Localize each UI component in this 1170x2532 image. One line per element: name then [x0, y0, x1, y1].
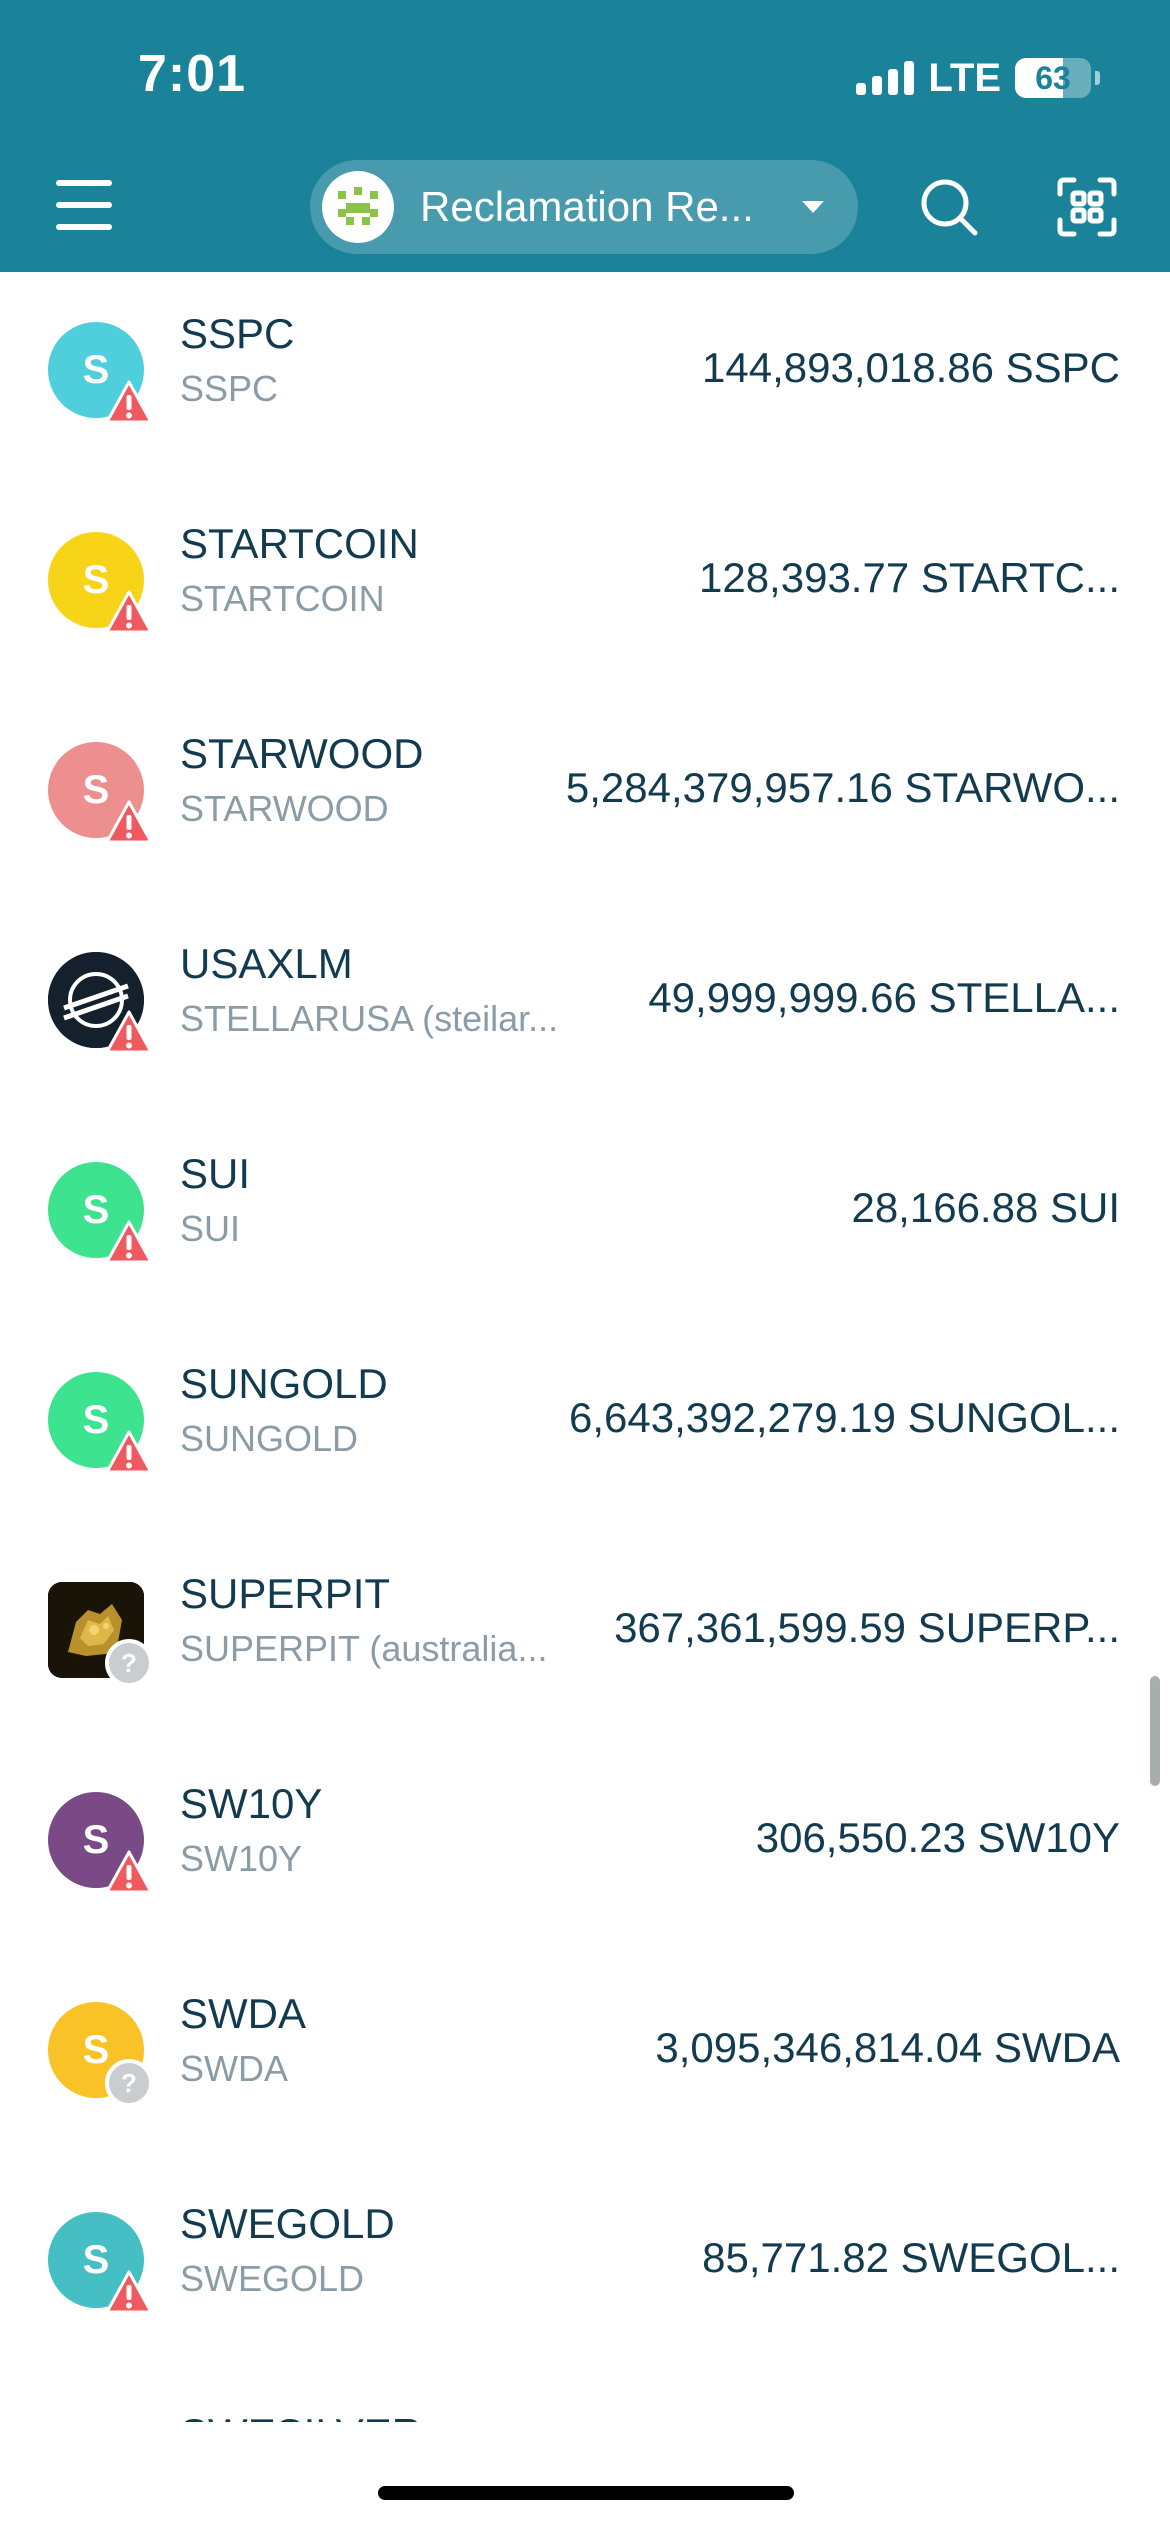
warning-icon [104, 1848, 154, 1898]
battery-level: 63 [1035, 60, 1071, 96]
asset-balance: 306,550.23 SW10Y [755, 1814, 1120, 1861]
asset-row[interactable]: S SW10Y SW10Y 306,550.23 SW10Y [0, 1742, 1170, 1952]
qr-scan-icon[interactable] [1056, 176, 1118, 238]
asset-row[interactable]: S STARTCOIN STARTCOIN 128,393.77 STARTC... [0, 482, 1170, 692]
asset-row[interactable]: S STARWOOD STARWOOD 5,284,379,957.16 STARWO… [0, 692, 1170, 902]
asset-name: SW10Y [180, 1838, 303, 1879]
status-time: 7:01 [138, 45, 247, 103]
asset-icon-wrap: S? [48, 2002, 153, 2107]
app-header: 7:01 LTE 63 Reclamation Re... [0, 0, 1170, 272]
asset-icon-wrap: S [48, 532, 153, 634]
asset-icon-wrap: S [48, 1792, 153, 1894]
asset-name: STARTCOIN [180, 578, 385, 619]
asset-texts: SWDA SWDA [180, 1990, 600, 2090]
asset-name: STELLARUSA (steilar... [180, 998, 559, 1039]
asset-row[interactable]: S SUI SUI 28,166.88 SUI [0, 1112, 1170, 1322]
asset-texts: USAXLM STELLARUSA (steilar... [180, 940, 600, 1040]
asset-name: STARWOOD [180, 788, 389, 829]
home-indicator[interactable] [378, 2486, 794, 2500]
chevron-down-icon [802, 201, 824, 213]
warning-icon [104, 1428, 154, 1478]
asset-row[interactable]: S SWEGOLD SWEGOLD 85,771.82 SWEGOL... [0, 2162, 1170, 2372]
battery-icon: 63 [1015, 58, 1091, 98]
warning-icon [104, 2268, 154, 2318]
asset-code: SWDA [180, 1990, 306, 2037]
asset-icon-wrap: S [48, 2212, 153, 2314]
warning-icon [104, 378, 154, 428]
question-icon: ? [104, 1638, 154, 1688]
asset-code: SWEGOLD [180, 2200, 395, 2247]
warning-icon [104, 798, 154, 848]
asset-texts: SUPERPIT SUPERPIT (australia... [180, 1570, 600, 1670]
asset-balance: 28,166.88 SUI [851, 1184, 1120, 1231]
warning-icon [104, 1218, 154, 1268]
signal-icon [856, 61, 915, 95]
asset-texts: SSPC SSPC [180, 310, 600, 410]
asset-code: SUPERPIT [180, 1570, 391, 1617]
asset-icon-wrap: S [48, 1162, 153, 1264]
warning-icon [104, 588, 154, 638]
asset-texts: SWEGOLD SWEGOLD [180, 2200, 600, 2300]
svg-text:?: ? [121, 1648, 137, 1678]
asset-icon-wrap: S [48, 1372, 153, 1474]
asset-code: SW10Y [180, 1780, 323, 1827]
asset-code: SWESILVER [180, 2410, 600, 2422]
asset-row[interactable]: USAXLM STELLARUSA (steilar... 49,999,999.6… [0, 902, 1170, 1112]
asset-balance: 128,393.77 STARTC... [698, 554, 1120, 601]
asset-code: STARTCOIN [180, 520, 419, 567]
asset-balance: 6,643,392,279.19 SUNGOL... [568, 1394, 1120, 1441]
svg-text:?: ? [121, 2068, 137, 2098]
asset-balance: 3,095,346,814.04 SWDA [655, 2024, 1120, 2071]
network-type: LTE [928, 55, 1001, 100]
warning-icon [104, 1008, 154, 1058]
asset-code: SUI [180, 1150, 251, 1197]
scrollbar[interactable] [1150, 1676, 1160, 1786]
asset-row[interactable]: S SSPC SSPC 144,893,018.86 SSPC [0, 272, 1170, 482]
status-indicators: LTE 63 [856, 52, 1100, 104]
asset-row[interactable]: S? SWDA SWDA 3,095,346,814.04 SWDA [0, 1952, 1170, 2162]
asset-name: SUNGOLD [180, 1418, 359, 1459]
menu-button[interactable] [56, 180, 112, 230]
asset-texts: SUI SUI [180, 1150, 600, 1250]
asset-texts: SW10Y SW10Y [180, 1780, 600, 1880]
asset-row[interactable]: SWESILVER [0, 2372, 1170, 2422]
asset-balance: 367,361,599.59 SUPERP... [614, 1604, 1120, 1651]
battery-nub [1095, 71, 1100, 85]
asset-code: STARWOOD [180, 730, 424, 777]
asset-list[interactable]: S SSPC SSPC 144,893,018.86 SSPC S STARTCOIN ST… [0, 272, 1170, 2422]
account-selector[interactable]: Reclamation Re... [310, 160, 858, 254]
asset-name: SUPERPIT (australia... [180, 1628, 548, 1669]
asset-code: USAXLM [180, 940, 353, 987]
asset-row[interactable]: ? SUPERPIT SUPERPIT (australia... 367,361,5… [0, 1532, 1170, 1742]
question-icon: ? [104, 2058, 154, 2108]
search-icon[interactable] [918, 176, 980, 238]
account-avatar-icon [322, 171, 394, 243]
asset-balance: 5,284,379,957.16 STARWO... [565, 764, 1120, 811]
asset-row[interactable]: S SUNGOLD SUNGOLD 6,643,392,279.19 SUNGOL..… [0, 1322, 1170, 1532]
asset-name: SUI [180, 1208, 241, 1249]
asset-icon-wrap: ? [48, 1582, 153, 1687]
asset-icon-wrap: S [48, 322, 153, 424]
asset-texts: SUNGOLD SUNGOLD [180, 1360, 600, 1460]
asset-code: SSPC [180, 310, 295, 357]
asset-balance: 144,893,018.86 SSPC [702, 344, 1120, 391]
asset-name: SSPC [180, 368, 279, 409]
asset-name: SWDA [180, 2048, 288, 2089]
account-name: Reclamation Re... [420, 183, 754, 230]
asset-texts: SWESILVER [180, 2410, 600, 2422]
asset-name: SWEGOLD [180, 2258, 365, 2299]
asset-balance: 85,771.82 SWEGOL... [702, 2234, 1120, 2281]
asset-code: SUNGOLD [180, 1360, 388, 1407]
asset-texts: STARWOOD STARWOOD [180, 730, 600, 830]
asset-icon-wrap [48, 952, 153, 1054]
asset-balance: 49,999,999.66 STELLA... [648, 974, 1120, 1021]
asset-texts: STARTCOIN STARTCOIN [180, 520, 600, 620]
asset-icon-wrap: S [48, 742, 153, 844]
